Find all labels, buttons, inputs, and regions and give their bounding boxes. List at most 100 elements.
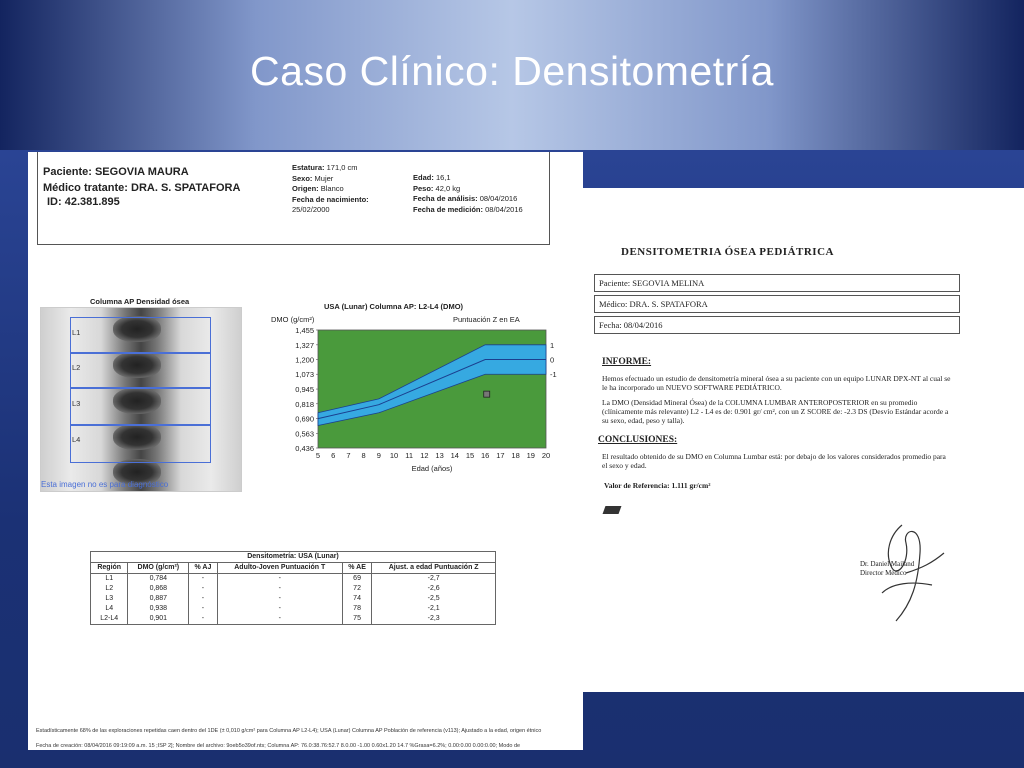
roi-label: L3 xyxy=(72,399,81,408)
table-cell: L2 xyxy=(89,584,129,594)
informe-paragraph-1: Hemos efectuado un estudio de densitomet… xyxy=(602,374,951,392)
roi-box xyxy=(70,424,211,463)
roi-box xyxy=(70,352,211,389)
doctor-field: Médico: DRA. S. SPATAFORA xyxy=(594,295,960,313)
table-cell: -2,7 xyxy=(371,573,496,584)
table-title: Densitometría: USA (Lunar) xyxy=(90,551,496,563)
treating-doctor: Médico tratante: DRA. S. SPATAFORA xyxy=(43,182,241,194)
x-tick-label: 5 xyxy=(316,451,320,460)
table-header: % AJ xyxy=(188,562,218,574)
dmo-chart: 0,436 0,563 0,690 0,818 0,945 1,073 1,200 1,327… xyxy=(295,326,557,473)
patient-name: Paciente: SEGOVIA MAURA xyxy=(43,166,189,178)
roi-box xyxy=(70,317,211,354)
y-tick-label: 0,818 xyxy=(295,400,314,409)
table-cell: -2,1 xyxy=(371,604,496,614)
table-header: % AE xyxy=(341,562,373,574)
patient-details-col1: Estatura: 171,0 cm Sexo: Mujer Origen: B… xyxy=(292,163,369,214)
x-tick-label: 20 xyxy=(542,451,550,460)
table-cell: L1 xyxy=(89,573,129,584)
x-tick-label: 17 xyxy=(496,451,504,460)
table-cell: - xyxy=(216,573,343,584)
reference-value: Valor de Referencia: 1.111 gr/cm² xyxy=(604,481,711,490)
y-tick-label: 1,327 xyxy=(295,341,314,350)
x-tick-label: 11 xyxy=(405,451,413,460)
informe-heading: INFORME: xyxy=(602,357,652,367)
y-tick-label: 1,073 xyxy=(295,370,314,379)
z-tick-label: 0 xyxy=(550,356,554,365)
roi-label: L2 xyxy=(72,363,81,372)
table-cell: 0,887 xyxy=(127,594,190,604)
x-axis-label: Edad (años) xyxy=(412,464,453,473)
table-cell: 78 xyxy=(341,604,373,614)
table-cell: 74 xyxy=(341,594,373,604)
table-cell: - xyxy=(188,594,218,604)
conclusiones-paragraph: El resultado obtenido de su DMO en Colum… xyxy=(602,452,946,470)
table-cell: 0,938 xyxy=(127,604,190,614)
spine-xray-image: L1 L2 L3 L4 xyxy=(40,307,242,492)
table-row: L1 0,784 - - 69 -2,7 xyxy=(89,573,496,584)
table-cell: 69 xyxy=(341,573,373,584)
y-tick-label: 0,436 xyxy=(295,444,314,453)
x-tick-label: 10 xyxy=(390,451,398,460)
x-tick-label: 18 xyxy=(511,451,519,460)
y-tick-label: 1,455 xyxy=(295,326,314,335)
table-cell: 72 xyxy=(341,584,373,594)
spine-image-title: Columna AP Densidad ósea xyxy=(90,297,190,306)
footnote-file: Fecha de creación: 08/04/2016 09:19:09 a… xyxy=(36,743,521,749)
table-cell: - xyxy=(188,584,218,594)
densitometry-table: Densitometría: USA (Lunar) Región DMO (g… xyxy=(89,551,496,625)
x-tick-label: 16 xyxy=(481,451,489,460)
table-row: L2 0,868 - - 72 -2,6 xyxy=(89,584,496,594)
conclusiones-heading: CONCLUSIONES: xyxy=(598,435,678,445)
x-tick-label: 8 xyxy=(362,451,366,460)
table-cell: 0,901 xyxy=(127,614,190,625)
x-tick-label: 13 xyxy=(435,451,443,460)
x-tick-label: 19 xyxy=(527,451,535,460)
table-cell: L4 xyxy=(89,604,129,614)
informe-paragraph-2: La DMO (Densidad Mineral Ósea) de la COL… xyxy=(602,398,949,425)
table-cell: 75 xyxy=(341,614,373,625)
x-tick-label: 12 xyxy=(420,451,428,460)
table-header: Ajust. a edad Puntuación Z xyxy=(371,562,496,574)
table-cell: L3 xyxy=(89,594,129,604)
table-cell: - xyxy=(188,604,218,614)
y-tick-label: 0,945 xyxy=(295,385,314,394)
signature-block: Dr. Daniel Mailand Director Médico xyxy=(860,560,914,578)
x-tick-label: 14 xyxy=(451,451,459,460)
signature-name: Dr. Daniel Mailand xyxy=(860,560,915,568)
roi-label: L4 xyxy=(72,435,81,444)
x-tick-label: 7 xyxy=(346,451,350,460)
x-tick-label: 9 xyxy=(377,451,381,460)
date-field: Fecha: 08/04/2016 xyxy=(594,316,960,334)
table-header: DMO (g/cm²) xyxy=(127,562,190,574)
table-cell: - xyxy=(216,614,343,625)
z-tick-label: 1 xyxy=(550,341,554,350)
table-row: L3 0,887 - - 74 -2,5 xyxy=(89,594,496,604)
table-cell: - xyxy=(188,614,218,625)
logo-mark-icon xyxy=(602,506,622,514)
patient-field: Paciente: SEGOVIA MELINA xyxy=(594,274,960,292)
table-cell: -2,6 xyxy=(371,584,496,594)
x-tick-label: 6 xyxy=(331,451,335,460)
patient-details-col2: Edad: 16,1 Peso: 42,0 kg Fecha de anális… xyxy=(413,173,523,214)
footnote-stats: Estadísticamente 68% de las exploracione… xyxy=(36,728,542,734)
densitometry-report-left: Paciente: SEGOVIA MAURA Médico tratante:… xyxy=(28,152,583,750)
patient-point xyxy=(483,390,491,398)
table-cell: -2,5 xyxy=(371,594,496,604)
table-cell: - xyxy=(188,573,218,584)
roi-label: L1 xyxy=(72,328,81,337)
table-cell: L2-L4 xyxy=(89,614,129,625)
y-tick-label: 0,563 xyxy=(295,429,314,438)
y-tick-label: 1,200 xyxy=(295,356,314,365)
x-tick-label: 15 xyxy=(466,451,474,460)
table-cell: - xyxy=(216,584,343,594)
report-title: DENSITOMETRIA ÓSEA PEDIÁTRICA xyxy=(621,246,834,258)
table-cell: -2,3 xyxy=(371,614,496,625)
z-tick-label: -1 xyxy=(550,370,557,379)
table-cell: 0,868 xyxy=(127,584,190,594)
table-cell: - xyxy=(216,594,343,604)
image-caption: Esta imagen no es para diagnóstico xyxy=(41,480,169,489)
densitometry-report-right: DENSITOMETRIA ÓSEA PEDIÁTRICA Paciente: … xyxy=(572,188,1024,692)
table-row: L4 0,938 - - 78 -2,1 xyxy=(89,604,496,614)
table-cell: - xyxy=(216,604,343,614)
